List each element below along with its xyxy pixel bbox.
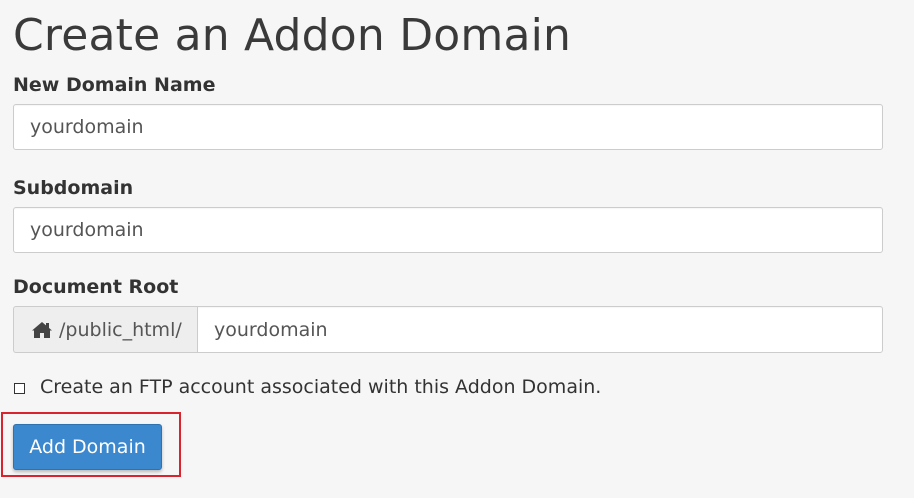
document-root-label: Document Root — [13, 276, 179, 298]
document-root-input[interactable] — [197, 306, 883, 353]
subdomain-input[interactable] — [13, 207, 883, 253]
home-icon — [31, 320, 53, 340]
document-root-prefix-text: /public_html/ — [59, 318, 182, 341]
subdomain-label: Subdomain — [13, 177, 134, 199]
page-title: Create an Addon Domain — [13, 10, 572, 61]
ftp-account-option[interactable]: Create an FTP account associated with th… — [14, 376, 601, 398]
new-domain-label: New Domain Name — [13, 74, 216, 96]
ftp-account-label: Create an FTP account associated with th… — [40, 376, 602, 398]
add-domain-button[interactable]: Add Domain — [13, 424, 162, 470]
new-domain-input[interactable] — [13, 104, 883, 150]
document-root-prefix: /public_html/ — [13, 306, 197, 353]
document-root-group: /public_html/ — [13, 306, 883, 353]
ftp-account-checkbox[interactable] — [14, 382, 25, 394]
